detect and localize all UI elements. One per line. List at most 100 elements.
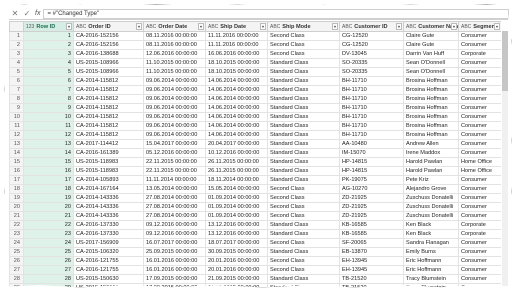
table-cell[interactable]: Claire Gute (403, 40, 459, 50)
table-cell[interactable]: Zuschuss Donatelli (403, 202, 459, 212)
table-cell[interactable]: 11.10.2015 00:00:00 (143, 58, 206, 68)
filter-dropdown-icon[interactable]: ▾ (260, 23, 266, 30)
table-cell[interactable]: CA-2014-115812 (73, 85, 144, 95)
row-number[interactable]: 22 (9, 220, 24, 230)
table-cell[interactable]: 7 (23, 85, 74, 95)
table-cell[interactable]: 01.09.2014 00:00:00 (205, 193, 268, 203)
table-cell[interactable]: CA-2014-143336 (73, 211, 144, 221)
table-cell[interactable]: 09.06.2014 00:00:00 (143, 94, 206, 104)
table-cell[interactable]: Sean O'Donnell (403, 58, 459, 68)
table-cell[interactable]: CA-2017-114412 (73, 139, 144, 149)
table-cell[interactable]: Consumer (458, 94, 501, 104)
table-cell[interactable]: AA-10480 (339, 139, 404, 149)
table-cell[interactable]: Second Class (267, 211, 340, 221)
table-cell[interactable]: Tracy Blumstein (403, 283, 459, 287)
table-cell[interactable]: 01.09.2014 00:00:00 (205, 202, 268, 212)
table-cell[interactable]: 25.09.2015 00:00:00 (143, 247, 206, 257)
table-cell[interactable]: HP-14815 (339, 157, 404, 167)
table-cell[interactable]: 14.06.2014 00:00:00 (205, 103, 268, 113)
table-cell[interactable]: Standard Class (267, 220, 340, 230)
table-row[interactable]: 6 6 CA-2014-115812 09.06.2014 00:00:00 14.06… (9, 76, 501, 86)
column-type-icon[interactable]: ABC (146, 23, 156, 31)
row-number[interactable]: 27 (9, 265, 24, 275)
row-number[interactable]: 21 (9, 211, 24, 221)
filter-dropdown-icon[interactable]: ▾ (332, 23, 338, 30)
table-cell[interactable]: BH-11710 (339, 112, 404, 122)
table-row[interactable]: 2929US-2015-15063017.09.2015 00:00:0021.… (9, 283, 501, 287)
table-cell[interactable]: Consumer (458, 85, 501, 95)
table-cell[interactable]: 26 (23, 256, 74, 266)
table-cell[interactable]: Andrew Allen (403, 139, 459, 149)
table-cell[interactable]: Brosina Hoffman (403, 85, 459, 95)
table-cell[interactable]: 11.11.2016 00:00:00 (205, 31, 268, 41)
table-cell[interactable]: CA-2016-152156 (73, 40, 144, 50)
column-header[interactable]: ABC Customer ID ▾ (339, 21, 404, 32)
table-cell[interactable]: 8 (23, 94, 74, 104)
table-cell[interactable]: Emily Burns (403, 247, 459, 257)
filter-dropdown-icon[interactable]: ▾ (66, 23, 72, 30)
table-cell[interactable]: 09.06.2014 00:00:00 (143, 85, 206, 95)
column-header[interactable]: ABC Order Date ▾ (143, 21, 206, 32)
table-cell[interactable]: 22 (23, 220, 74, 230)
column-header[interactable]: 123 Row ID ▾ (23, 21, 74, 32)
table-cell[interactable]: 09.06.2014 00:00:00 (143, 112, 206, 122)
table-cell[interactable]: 19 (23, 193, 74, 203)
table-cell[interactable]: 18.10.2015 00:00:00 (205, 67, 268, 77)
table-cell[interactable]: 25 (23, 247, 74, 257)
table-row[interactable]: 25 25 CA-2015-106320 25.09.2015 00:00:00 30.… (9, 247, 501, 257)
table-cell[interactable]: 09.06.2014 00:00:00 (143, 121, 206, 131)
table-cell[interactable]: 22.11.2015 00:00:00 (143, 166, 206, 176)
table-cell[interactable]: Consumer (458, 67, 501, 77)
table-cell[interactable]: 09.06.2014 00:00:00 (143, 103, 206, 113)
table-cell[interactable]: Consumer (458, 193, 501, 203)
table-cell[interactable]: Standard Class (267, 130, 340, 140)
table-cell[interactable]: Consumer (458, 184, 501, 194)
table-cell[interactable]: 11 (23, 121, 74, 131)
table-cell[interactable]: TB-21520 (339, 274, 404, 284)
table-cell[interactable]: Consumer (458, 58, 501, 68)
table-cell[interactable]: Standard Class (267, 58, 340, 68)
table-cell[interactable]: Ken Black (403, 229, 459, 239)
column-header[interactable]: ABC Ship Mode ▾ (267, 21, 340, 32)
table-cell[interactable]: BH-11710 (339, 121, 404, 131)
table-row[interactable]: 4 4 US-2015-108966 11.10.2015 00:00:00 18.10… (9, 58, 501, 68)
table-cell[interactable]: 13 (23, 139, 74, 149)
table-cell[interactable]: 14.06.2014 00:00:00 (205, 130, 268, 140)
table-cell[interactable]: Standard Class (267, 229, 340, 239)
table-cell[interactable]: 12.06.2016 00:00:00 (143, 49, 206, 59)
table-cell[interactable]: Standard Class (267, 67, 340, 77)
table-cell[interactable]: 15.05.2014 00:00:00 (205, 184, 268, 194)
table-cell[interactable]: Second Class (267, 40, 340, 50)
table-cell[interactable]: 10.12.2016 00:00:00 (205, 148, 268, 158)
table-cell[interactable]: 15.04.2017 00:00:00 (143, 139, 206, 149)
table-cell[interactable]: 13.12.2016 00:00:00 (205, 229, 268, 239)
row-number[interactable]: 5 (9, 67, 24, 77)
table-cell[interactable]: 17.09.2015 00:00:00 (143, 283, 206, 287)
table-cell[interactable]: KB-16585 (339, 220, 404, 230)
row-number[interactable]: 13 (9, 139, 24, 149)
table-cell[interactable]: CG-12520 (339, 31, 404, 41)
table-cell[interactable]: Harold Pawlan (403, 157, 459, 167)
table-cell[interactable]: Darrin Van Huff (403, 49, 459, 59)
table-row[interactable]: 10 10 CA-2014-115812 09.06.2014 00:00:00 14.… (9, 112, 501, 122)
filter-dropdown-icon[interactable]: ▾ (396, 23, 402, 30)
table-cell[interactable]: US-2015-118983 (73, 166, 144, 176)
row-number[interactable]: 19 (9, 193, 24, 203)
filter-dropdown-icon[interactable]: ▾ (494, 23, 500, 30)
table-cell[interactable]: Second Class (267, 31, 340, 41)
table-cell[interactable]: Consumer (458, 211, 501, 221)
row-number[interactable]: 11 (9, 121, 24, 131)
table-cell[interactable]: BH-11710 (339, 85, 404, 95)
vertical-scrollbar[interactable] (502, 31, 508, 287)
table-cell[interactable]: Standard Class (267, 139, 340, 149)
table-cell[interactable]: 16.01.2016 00:00:00 (143, 256, 206, 266)
table-cell[interactable]: Corporate (458, 229, 501, 239)
table-cell[interactable]: HP-14815 (339, 166, 404, 176)
table-cell[interactable]: CA-2016-152156 (73, 31, 144, 41)
table-cell[interactable]: 27.08.2014 00:00:00 (143, 202, 206, 212)
table-cell[interactable]: Second Class (267, 202, 340, 212)
table-cell[interactable]: 09.06.2014 00:00:00 (143, 76, 206, 86)
table-row[interactable]: 8 8 CA-2014-115812 09.06.2014 00:00:00 14.06… (9, 94, 501, 104)
table-cell[interactable]: US-2015-108966 (73, 67, 144, 77)
table-cell[interactable]: TB-21520 (339, 283, 404, 287)
